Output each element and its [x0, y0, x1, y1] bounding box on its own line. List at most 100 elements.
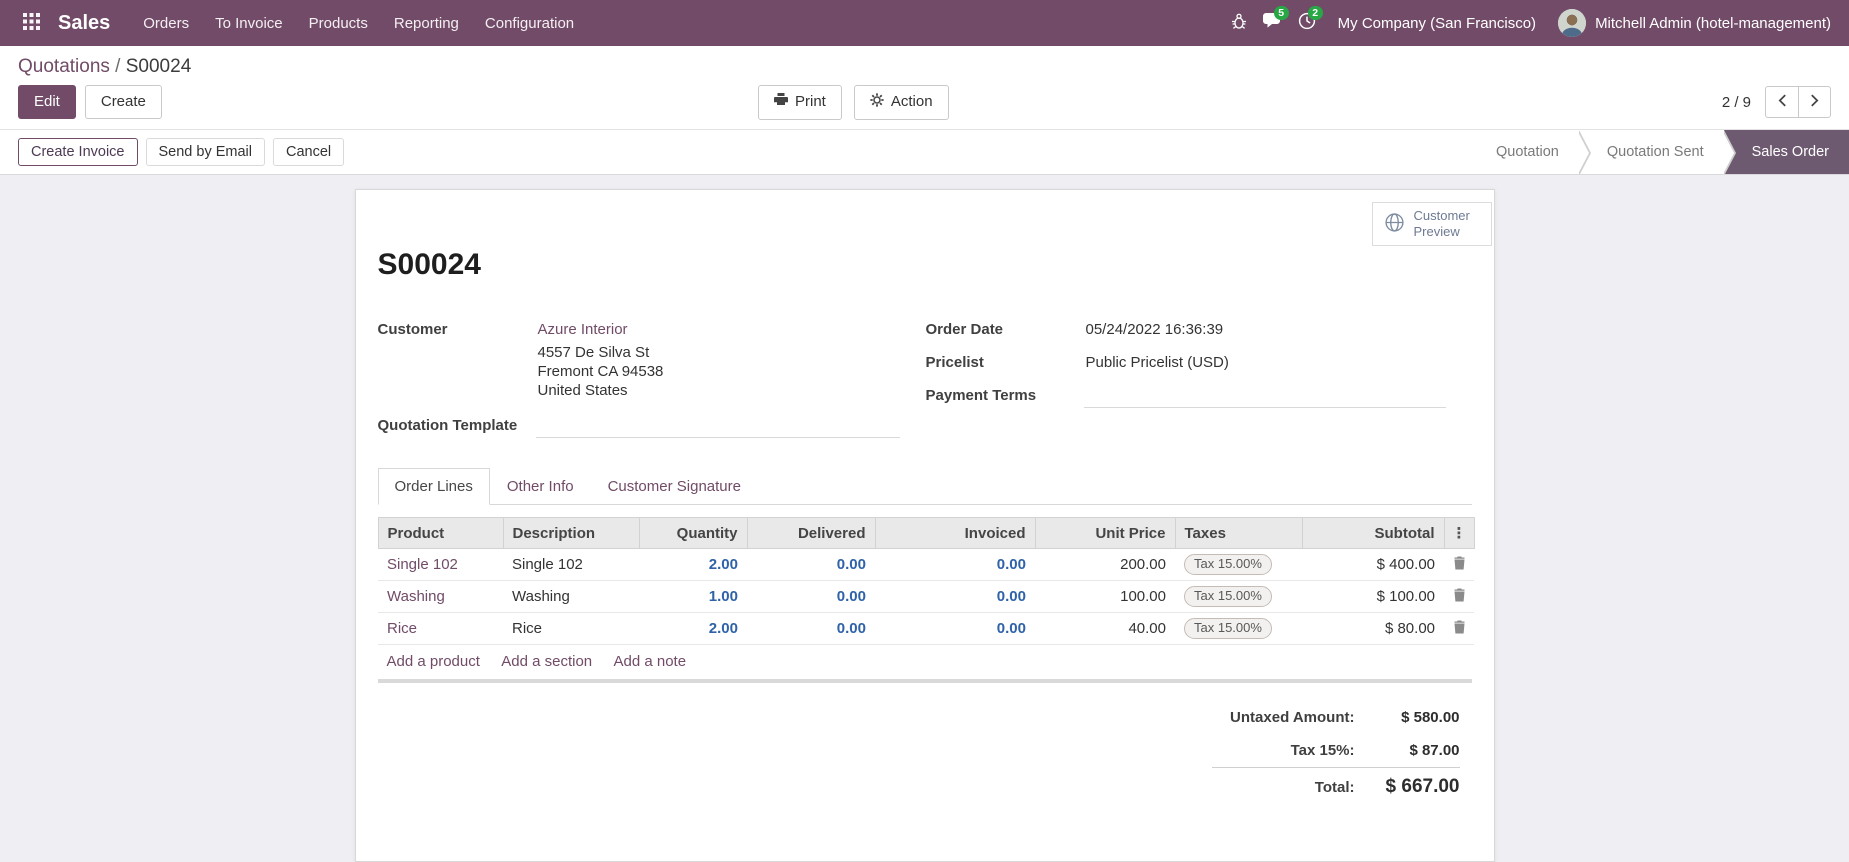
form-sheet: Customer Preview S00024 Customer Azure I… — [355, 189, 1495, 862]
action-button[interactable]: Action — [854, 85, 949, 120]
order-line-row[interactable]: Rice Rice 2.00 0.00 0.00 40.00 Tax 15.00… — [378, 613, 1474, 645]
control-panel: Quotations / S00024 Edit Create Print — [0, 46, 1849, 129]
tax-badge: Tax 15.00% — [1184, 586, 1272, 607]
product-link[interactable]: Washing — [387, 588, 445, 605]
top-navbar: Sales Orders To Invoice Products Reporti… — [0, 0, 1849, 46]
trash-icon[interactable] — [1453, 557, 1466, 574]
product-link[interactable]: Single 102 — [387, 556, 458, 573]
total-row: Total: $ 667.00 — [1212, 768, 1459, 807]
address-line: Fremont CA 94538 — [538, 362, 926, 381]
step-quotation[interactable]: Quotation — [1478, 130, 1579, 174]
product-link[interactable]: Rice — [387, 620, 417, 637]
col-subtotal: Subtotal — [1302, 518, 1444, 549]
menu-orders[interactable]: Orders — [130, 0, 202, 46]
globe-icon — [1384, 212, 1405, 237]
col-quantity: Quantity — [639, 518, 747, 549]
quantity-forecast-link[interactable]: 1.00 — [709, 588, 738, 605]
totals-table: Untaxed Amount: $ 580.00 Tax 15%: $ 87.0… — [1212, 701, 1459, 806]
col-product: Product — [378, 518, 503, 549]
tax-label: Tax 15%: — [1212, 734, 1354, 768]
user-menu[interactable]: Mitchell Admin (hotel-management) — [1595, 15, 1833, 32]
print-label: Print — [795, 93, 826, 111]
pager-previous-button[interactable] — [1765, 86, 1798, 118]
delivered-link[interactable]: 0.00 — [837, 620, 866, 637]
menu-reporting[interactable]: Reporting — [381, 0, 472, 46]
edit-button[interactable]: Edit — [18, 85, 76, 119]
order-line-row[interactable]: Single 102 Single 102 2.00 0.00 0.00 200… — [378, 549, 1474, 581]
status-steps: Quotation Quotation Sent Sales Order — [1478, 130, 1849, 174]
customer-preview-button[interactable]: Customer Preview — [1372, 202, 1492, 246]
tab-order-lines[interactable]: Order Lines — [378, 468, 490, 505]
col-delivered: Delivered — [747, 518, 875, 549]
delivered-link[interactable]: 0.00 — [837, 556, 866, 573]
create-invoice-button[interactable]: Create Invoice — [18, 138, 138, 166]
messages-badge: 5 — [1274, 6, 1289, 20]
address-line: United States — [538, 381, 926, 400]
activities-button[interactable]: 2 — [1290, 0, 1324, 46]
list-footer-links: Add a product Add a section Add a note — [378, 645, 1472, 679]
order-date-label: Order Date — [926, 318, 1084, 341]
debug-menu-button[interactable] — [1222, 0, 1256, 46]
menu-products[interactable]: Products — [296, 0, 381, 46]
col-description: Description — [503, 518, 639, 549]
invoiced-link[interactable]: 0.00 — [997, 620, 1026, 637]
messages-button[interactable]: 5 — [1256, 0, 1290, 46]
col-invoiced: Invoiced — [875, 518, 1035, 549]
pager-next-button[interactable] — [1798, 86, 1831, 118]
cell-description: Single 102 — [503, 549, 639, 581]
customer-link[interactable]: Azure Interior — [538, 321, 628, 338]
send-by-email-button[interactable]: Send by Email — [146, 138, 266, 166]
apps-menu-button[interactable] — [16, 0, 46, 46]
cell-description: Rice — [503, 613, 639, 645]
customer-preview-label: Customer Preview — [1414, 208, 1480, 240]
tab-other-info[interactable]: Other Info — [490, 468, 591, 505]
order-lines-table: Product Description Quantity Delivered I… — [378, 517, 1475, 645]
print-button[interactable]: Print — [758, 85, 842, 120]
breadcrumb-current: S00024 — [126, 56, 192, 77]
untaxed-amount-label: Untaxed Amount: — [1212, 701, 1354, 734]
quantity-forecast-link[interactable]: 2.00 — [709, 620, 738, 637]
company-switcher[interactable]: My Company (San Francisco) — [1324, 15, 1550, 32]
menu-configuration[interactable]: Configuration — [472, 0, 587, 46]
cancel-button[interactable]: Cancel — [273, 138, 344, 166]
add-a-section-link[interactable]: Add a section — [501, 653, 592, 670]
list-bottom-divider — [378, 679, 1472, 683]
payment-terms-value — [1084, 384, 1446, 408]
trash-icon[interactable] — [1453, 621, 1466, 638]
step-sales-order[interactable]: Sales Order — [1724, 130, 1849, 174]
cell-subtotal: $ 80.00 — [1302, 613, 1444, 645]
step-quotation-sent[interactable]: Quotation Sent — [1579, 130, 1724, 174]
tax-badge: Tax 15.00% — [1184, 554, 1272, 575]
invoiced-link[interactable]: 0.00 — [997, 556, 1026, 573]
cell-unit-price: 200.00 — [1035, 549, 1175, 581]
menu-to-invoice[interactable]: To Invoice — [202, 0, 296, 46]
main-menu: Orders To Invoice Products Reporting Con… — [130, 0, 587, 46]
quotation-template-value — [536, 414, 900, 438]
activities-badge: 2 — [1308, 6, 1323, 20]
total-label: Total: — [1212, 768, 1354, 807]
cell-description: Washing — [503, 581, 639, 613]
pager-value[interactable]: 2 / 9 — [1722, 94, 1751, 111]
tax-badge: Tax 15.00% — [1184, 618, 1272, 639]
pricelist-value: Public Pricelist (USD) — [1084, 351, 1472, 374]
gear-icon — [870, 93, 884, 112]
avatar[interactable] — [1558, 9, 1586, 37]
cell-subtotal: $ 100.00 — [1302, 581, 1444, 613]
pricelist-label: Pricelist — [926, 351, 1084, 374]
untaxed-amount-row: Untaxed Amount: $ 580.00 — [1212, 701, 1459, 734]
invoiced-link[interactable]: 0.00 — [997, 588, 1026, 605]
tab-customer-signature[interactable]: Customer Signature — [591, 468, 758, 505]
create-button[interactable]: Create — [85, 85, 162, 119]
breadcrumb-quotations-link[interactable]: Quotations — [18, 56, 110, 77]
chevron-left-icon — [1778, 94, 1787, 111]
optional-columns-button[interactable]: ⋮ — [1444, 518, 1474, 549]
order-line-row[interactable]: Washing Washing 1.00 0.00 0.00 100.00 Ta… — [378, 581, 1474, 613]
add-a-note-link[interactable]: Add a note — [614, 653, 687, 670]
trash-icon[interactable] — [1453, 589, 1466, 606]
quotation-template-label: Quotation Template — [378, 414, 536, 437]
quantity-forecast-link[interactable]: 2.00 — [709, 556, 738, 573]
delivered-link[interactable]: 0.00 — [837, 588, 866, 605]
app-name[interactable]: Sales — [58, 12, 110, 35]
notebook-tabs: Order Lines Other Info Customer Signatur… — [378, 468, 1472, 505]
add-a-product-link[interactable]: Add a product — [387, 653, 480, 670]
